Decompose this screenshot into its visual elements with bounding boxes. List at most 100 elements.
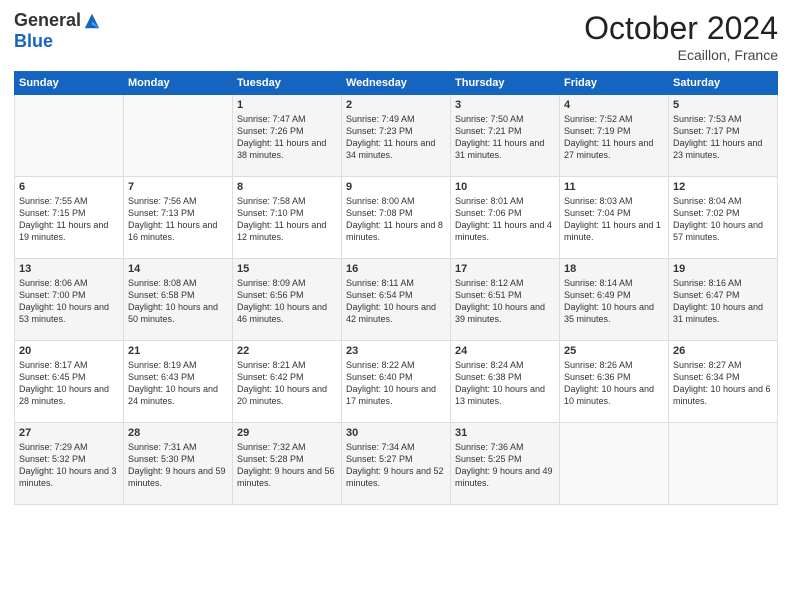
calendar-cell: 23Sunrise: 8:22 AM Sunset: 6:40 PM Dayli…: [342, 341, 451, 423]
day-number: 14: [128, 263, 228, 275]
day-detail: Sunrise: 8:27 AM Sunset: 6:34 PM Dayligh…: [673, 360, 771, 406]
day-number: 1: [237, 99, 337, 111]
calendar-cell: 22 Sunrise: 8:21 AM Sunset: 6:42 PM Dayli…: [233, 341, 342, 423]
day-number: 6: [19, 181, 119, 193]
day-number: 2: [346, 99, 446, 111]
day-detail: Sunrise: 7:36 AM Sunset: 5:25 PM Dayligh…: [455, 442, 553, 488]
col-header-tuesday: Tuesday: [233, 72, 342, 95]
col-header-saturday: Saturday: [669, 72, 778, 95]
calendar-cell: 28 Sunrise: 7:31 AM Sunset: 5:30 PM Dayli…: [124, 423, 233, 505]
calendar-cell: 26Sunrise: 8:27 AM Sunset: 6:34 PM Dayli…: [669, 341, 778, 423]
calendar-cell: 30 Sunrise: 7:34 AM Sunset: 5:27 PM Dayli…: [342, 423, 451, 505]
day-detail: Sunrise: 7:58 AM Sunset: 7:10 PM Dayligh…: [237, 196, 326, 242]
calendar-cell: 14 Sunrise: 8:08 AM Sunset: 6:58 PM Dayli…: [124, 259, 233, 341]
day-detail: Sunrise: 8:08 AM Sunset: 6:58 PM Dayligh…: [128, 278, 218, 324]
day-detail: Sunrise: 7:32 AM Sunset: 5:28 PM Dayligh…: [237, 442, 335, 488]
day-detail: Sunrise: 8:16 AM Sunset: 6:47 PM Dayligh…: [673, 278, 763, 324]
calendar-header-row: SundayMondayTuesdayWednesdayThursdayFrid…: [15, 72, 778, 95]
calendar-cell: 21 Sunrise: 8:19 AM Sunset: 6:43 PM Dayli…: [124, 341, 233, 423]
logo-blue-text: Blue: [14, 31, 53, 52]
logo-general-text: General: [14, 10, 81, 31]
calendar-cell: 5 Sunrise: 7:53 AM Sunset: 7:17 PM Daylig…: [669, 95, 778, 177]
day-detail: Sunrise: 8:17 AM Sunset: 6:45 PM Dayligh…: [19, 360, 109, 406]
day-detail: Sunrise: 7:50 AM Sunset: 7:21 PM Dayligh…: [455, 114, 544, 160]
day-number: 15: [237, 263, 337, 275]
day-detail: Sunrise: 7:55 AM Sunset: 7:15 PM Dayligh…: [19, 196, 108, 242]
day-detail: Sunrise: 8:26 AM Sunset: 6:36 PM Dayligh…: [564, 360, 654, 406]
calendar-table: SundayMondayTuesdayWednesdayThursdayFrid…: [14, 71, 778, 505]
calendar-cell: 25 Sunrise: 8:26 AM Sunset: 6:36 PM Dayli…: [560, 341, 669, 423]
month-title: October 2024: [584, 10, 778, 47]
calendar-cell: 2 Sunrise: 7:49 AM Sunset: 7:23 PM Daylig…: [342, 95, 451, 177]
day-number: 23: [346, 345, 446, 357]
day-number: 29: [237, 427, 337, 439]
calendar-cell: 6 Sunrise: 7:55 AM Sunset: 7:15 PM Daylig…: [15, 177, 124, 259]
calendar-cell: 10Sunrise: 8:01 AM Sunset: 7:06 PM Dayli…: [451, 177, 560, 259]
calendar-cell: 18 Sunrise: 8:14 AM Sunset: 6:49 PM Dayli…: [560, 259, 669, 341]
logo: General Blue: [14, 10, 101, 52]
calendar-cell: [669, 423, 778, 505]
col-header-thursday: Thursday: [451, 72, 560, 95]
day-number: 8: [237, 181, 337, 193]
calendar-cell: 7Sunrise: 7:56 AM Sunset: 7:13 PM Daylig…: [124, 177, 233, 259]
page: General Blue October 2024 Ecaillon, Fran…: [0, 0, 792, 612]
day-detail: Sunrise: 8:14 AM Sunset: 6:49 PM Dayligh…: [564, 278, 654, 324]
day-detail: Sunrise: 8:19 AM Sunset: 6:43 PM Dayligh…: [128, 360, 218, 406]
calendar-cell: 29 Sunrise: 7:32 AM Sunset: 5:28 PM Dayli…: [233, 423, 342, 505]
calendar-cell: 12Sunrise: 8:04 AM Sunset: 7:02 PM Dayli…: [669, 177, 778, 259]
calendar-cell: 11Sunrise: 8:03 AM Sunset: 7:04 PM Dayli…: [560, 177, 669, 259]
day-number: 5: [673, 99, 773, 111]
day-detail: Sunrise: 7:31 AM Sunset: 5:30 PM Dayligh…: [128, 442, 226, 488]
week-row-1: 1 Sunrise: 7:47 AM Sunset: 7:26 PM Daylig…: [15, 95, 778, 177]
day-number: 11: [564, 181, 664, 193]
calendar-cell: [124, 95, 233, 177]
day-number: 9: [346, 181, 446, 193]
day-detail: Sunrise: 7:34 AM Sunset: 5:27 PM Dayligh…: [346, 442, 444, 488]
col-header-friday: Friday: [560, 72, 669, 95]
day-detail: Sunrise: 7:52 AM Sunset: 7:19 PM Dayligh…: [564, 114, 653, 160]
day-number: 13: [19, 263, 119, 275]
day-detail: Sunrise: 7:47 AM Sunset: 7:26 PM Dayligh…: [237, 114, 326, 160]
day-number: 24: [455, 345, 555, 357]
day-number: 28: [128, 427, 228, 439]
day-detail: Sunrise: 8:12 AM Sunset: 6:51 PM Dayligh…: [455, 278, 545, 324]
calendar-cell: [15, 95, 124, 177]
day-detail: Sunrise: 8:09 AM Sunset: 6:56 PM Dayligh…: [237, 278, 327, 324]
day-number: 25: [564, 345, 664, 357]
day-detail: Sunrise: 8:24 AM Sunset: 6:38 PM Dayligh…: [455, 360, 545, 406]
day-number: 4: [564, 99, 664, 111]
calendar-cell: 13 Sunrise: 8:06 AM Sunset: 7:00 PM Dayli…: [15, 259, 124, 341]
calendar-cell: 15 Sunrise: 8:09 AM Sunset: 6:56 PM Dayli…: [233, 259, 342, 341]
col-header-sunday: Sunday: [15, 72, 124, 95]
day-number: 31: [455, 427, 555, 439]
day-number: 19: [673, 263, 773, 275]
day-number: 20: [19, 345, 119, 357]
calendar-cell: 8 Sunrise: 7:58 AM Sunset: 7:10 PM Daylig…: [233, 177, 342, 259]
day-detail: Sunrise: 8:21 AM Sunset: 6:42 PM Dayligh…: [237, 360, 327, 406]
day-detail: Sunrise: 8:06 AM Sunset: 7:00 PM Dayligh…: [19, 278, 109, 324]
day-number: 22: [237, 345, 337, 357]
week-row-2: 6 Sunrise: 7:55 AM Sunset: 7:15 PM Daylig…: [15, 177, 778, 259]
title-block: October 2024 Ecaillon, France: [584, 10, 778, 63]
calendar-cell: 16Sunrise: 8:11 AM Sunset: 6:54 PM Dayli…: [342, 259, 451, 341]
calendar-cell: 4 Sunrise: 7:52 AM Sunset: 7:19 PM Daylig…: [560, 95, 669, 177]
week-row-3: 13 Sunrise: 8:06 AM Sunset: 7:00 PM Dayli…: [15, 259, 778, 341]
calendar-cell: 1 Sunrise: 7:47 AM Sunset: 7:26 PM Daylig…: [233, 95, 342, 177]
col-header-monday: Monday: [124, 72, 233, 95]
day-number: 21: [128, 345, 228, 357]
day-number: 18: [564, 263, 664, 275]
calendar-cell: 20 Sunrise: 8:17 AM Sunset: 6:45 PM Dayli…: [15, 341, 124, 423]
day-detail: Sunrise: 8:01 AM Sunset: 7:06 PM Dayligh…: [455, 196, 552, 242]
day-detail: Sunrise: 7:53 AM Sunset: 7:17 PM Dayligh…: [673, 114, 762, 160]
day-detail: Sunrise: 7:49 AM Sunset: 7:23 PM Dayligh…: [346, 114, 435, 160]
day-detail: Sunrise: 7:29 AM Sunset: 5:32 PM Dayligh…: [19, 442, 117, 488]
week-row-4: 20 Sunrise: 8:17 AM Sunset: 6:45 PM Dayli…: [15, 341, 778, 423]
calendar-cell: 27 Sunrise: 7:29 AM Sunset: 5:32 PM Dayli…: [15, 423, 124, 505]
day-number: 30: [346, 427, 446, 439]
logo-icon: [83, 12, 101, 30]
calendar-cell: 31 Sunrise: 7:36 AM Sunset: 5:25 PM Dayli…: [451, 423, 560, 505]
day-detail: Sunrise: 8:00 AM Sunset: 7:08 PM Dayligh…: [346, 196, 443, 242]
day-detail: Sunrise: 8:04 AM Sunset: 7:02 PM Dayligh…: [673, 196, 763, 242]
calendar-cell: 9 Sunrise: 8:00 AM Sunset: 7:08 PM Daylig…: [342, 177, 451, 259]
day-number: 27: [19, 427, 119, 439]
